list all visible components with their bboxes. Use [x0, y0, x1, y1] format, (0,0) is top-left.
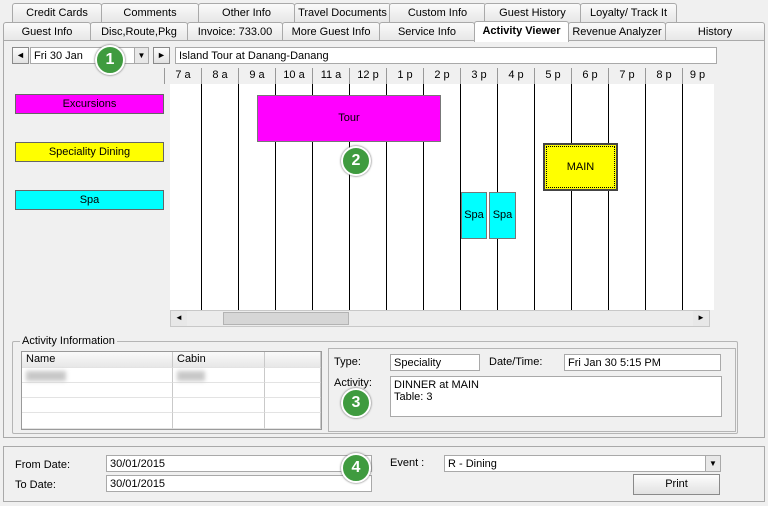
callout-badge-3: 3	[341, 388, 371, 418]
next-day-button[interactable]: ►	[153, 47, 170, 64]
callout-badge-4: 4	[341, 453, 371, 483]
table-row	[173, 398, 265, 413]
hour-label: 6 p	[571, 68, 608, 84]
table-row	[265, 368, 321, 383]
datetime-field: Fri Jan 30 5:15 PM	[564, 354, 721, 371]
type-label: Type:	[334, 356, 361, 368]
from-date-label: From Date:	[15, 459, 71, 471]
hour-gridline	[534, 84, 535, 310]
hour-gridline	[238, 84, 239, 310]
activity-text-line-2: Table: 3	[394, 391, 433, 403]
activity-title-field: Island Tour at Danang-Danang	[175, 47, 717, 64]
table-row	[265, 383, 321, 398]
grid-header-extra	[265, 352, 321, 368]
type-field: Speciality	[390, 354, 480, 371]
hour-gridline	[645, 84, 646, 310]
redacted-name	[26, 371, 66, 381]
activity-text-field: DINNER at MAIN Table: 3	[390, 376, 722, 417]
scrollbar-thumb[interactable]	[223, 312, 349, 325]
table-row	[265, 413, 321, 429]
hour-gridline	[571, 84, 572, 310]
schedule-area	[170, 84, 714, 310]
grid-header-name[interactable]: Name	[22, 352, 173, 368]
activity-info-group-label: Activity Information	[20, 335, 117, 347]
callout-badge-2: 2	[341, 146, 371, 176]
hour-label: 8 a	[201, 68, 238, 84]
table-row	[265, 398, 321, 413]
next-arrow-icon: ►	[157, 50, 166, 60]
to-date-label: To Date:	[15, 479, 56, 491]
table-row	[22, 413, 173, 429]
event-select-value: R - Dining	[448, 458, 497, 470]
event-main-dining[interactable]: MAIN	[543, 143, 618, 191]
guest-grid: Name Cabin	[21, 351, 322, 430]
print-button[interactable]: Print	[633, 474, 720, 495]
hour-gridline	[682, 84, 683, 310]
event-spa-2[interactable]: Spa	[489, 192, 516, 239]
hour-label: 5 p	[534, 68, 571, 84]
callout-badge-1: 1	[95, 45, 125, 75]
chevron-down-icon[interactable]: ▼	[134, 48, 148, 63]
hour-label: 9 a	[238, 68, 275, 84]
hour-label: 8 p	[645, 68, 682, 84]
schedule-scrollbar[interactable]: ◄ ►	[170, 310, 710, 327]
legend-spa: Spa	[15, 190, 164, 210]
scroll-left-icon: ◄	[175, 313, 183, 322]
hour-label: 9 p	[682, 68, 712, 84]
event-select[interactable]: R - Dining ▼	[444, 455, 721, 472]
hour-label: 7 p	[608, 68, 645, 84]
legend-speciality-dining: Speciality Dining	[15, 142, 164, 162]
prev-day-button[interactable]: ◄	[12, 47, 29, 64]
hour-label: 4 p	[497, 68, 534, 84]
event-label: Event :	[390, 457, 425, 469]
event-tour[interactable]: Tour	[257, 95, 441, 142]
redacted-cabin	[177, 371, 205, 381]
legend-excursions: Excursions	[15, 94, 164, 114]
event-spa-1[interactable]: Spa	[461, 192, 487, 239]
table-row[interactable]	[173, 368, 265, 383]
activity-text-line-1: DINNER at MAIN	[394, 379, 479, 391]
hour-label: 10 a	[275, 68, 312, 84]
date-select[interactable]: Fri 30 Jan ▼	[30, 47, 149, 64]
scroll-right-button[interactable]: ►	[693, 311, 709, 326]
table-row	[22, 398, 173, 413]
table-row	[173, 383, 265, 398]
prev-arrow-icon: ◄	[16, 50, 25, 60]
hour-label: 12 p	[349, 68, 386, 84]
table-row[interactable]	[22, 368, 173, 383]
hour-label: 1 p	[386, 68, 423, 84]
from-date-input[interactable]: 30/01/2015	[106, 455, 372, 472]
chevron-down-icon[interactable]: ▼	[705, 456, 720, 471]
grid-header-cabin[interactable]: Cabin	[173, 352, 265, 368]
hour-label: 2 p	[423, 68, 460, 84]
scroll-right-icon: ►	[697, 313, 705, 322]
hour-gridline	[608, 84, 609, 310]
hour-label: 7 a	[164, 68, 201, 84]
to-date-input[interactable]: 30/01/2015	[106, 475, 372, 492]
date-select-value: Fri 30 Jan	[34, 50, 83, 62]
scroll-left-button[interactable]: ◄	[171, 311, 187, 326]
hour-label: 3 p	[460, 68, 497, 84]
hour-gridline	[201, 84, 202, 310]
table-row	[22, 383, 173, 398]
hour-label: 11 a	[312, 68, 349, 84]
table-row	[173, 413, 265, 429]
datetime-label: Date/Time:	[489, 356, 543, 368]
